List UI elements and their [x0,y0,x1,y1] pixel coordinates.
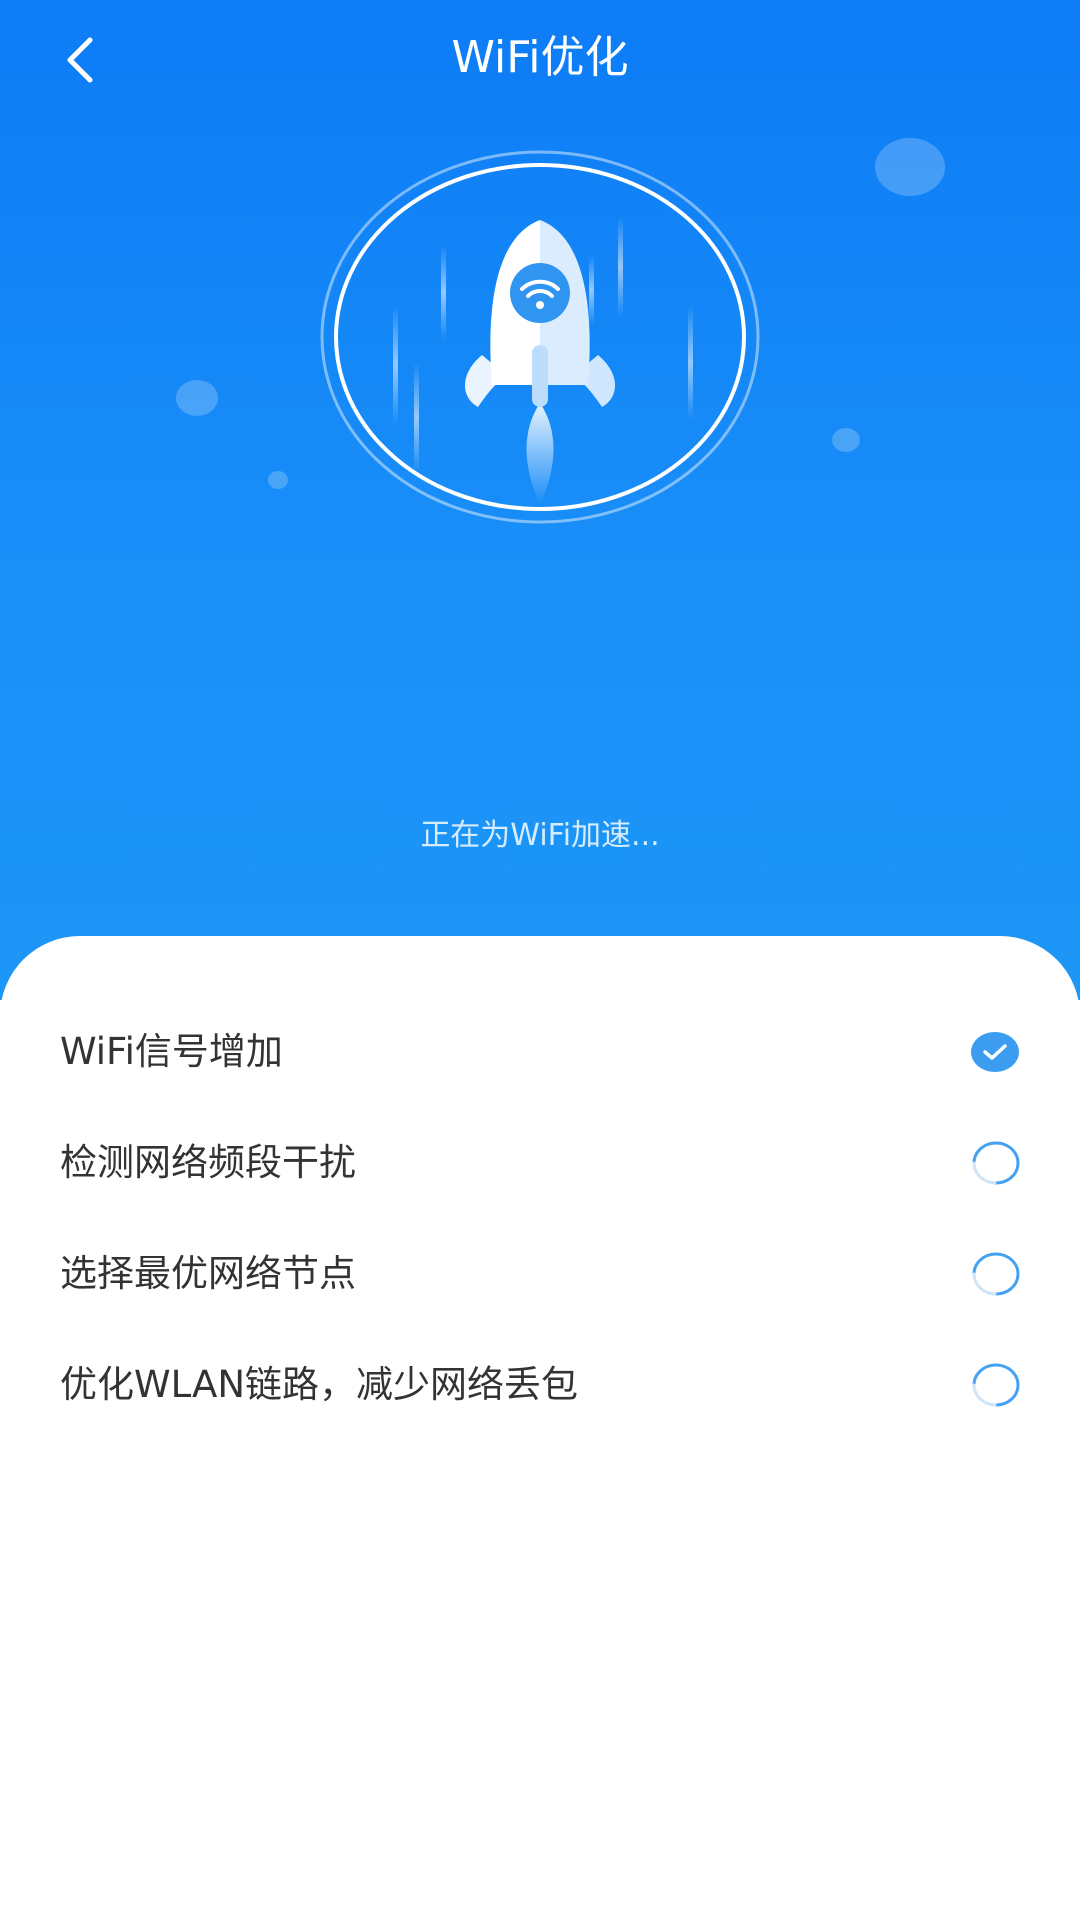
checkmark-circle-icon [970,1027,1020,1077]
task-label: 优化WLAN链路，减少网络丢包 [60,1362,579,1406]
task-sheet: WiFi信号增加 检测网络频段干扰 选择最优网络节点 优化WLAN链路，减少网络… [0,936,1080,1920]
decor-bubble [176,380,218,416]
spinner-icon [970,1138,1020,1188]
list-item: 检测网络频段干扰 [0,1107,1080,1218]
spinner-icon [970,1360,1020,1410]
status-text: 正在为WiFi加速... [420,818,660,853]
rocket-wifi-icon [320,150,760,524]
hero-banner: WiFi优化 正在为WiFi加速... [0,0,1080,1000]
task-label: 选择最优网络节点 [60,1251,356,1295]
task-label: WiFi信号增加 [60,1029,283,1073]
list-item: 选择最优网络节点 [0,1218,1080,1329]
decor-bubble [875,138,945,196]
decor-bubble [832,428,860,452]
task-list: WiFi信号增加 检测网络频段干扰 选择最优网络节点 优化WLAN链路，减少网络… [0,996,1080,1440]
spinner-icon [970,1249,1020,1299]
list-item: WiFi信号增加 [0,996,1080,1107]
list-item: 优化WLAN链路，减少网络丢包 [0,1329,1080,1440]
decor-bubble [268,471,288,489]
task-label: 检测网络频段干扰 [60,1140,356,1184]
page-title: WiFi优化 [451,32,629,83]
rocket-illustration [310,145,770,525]
